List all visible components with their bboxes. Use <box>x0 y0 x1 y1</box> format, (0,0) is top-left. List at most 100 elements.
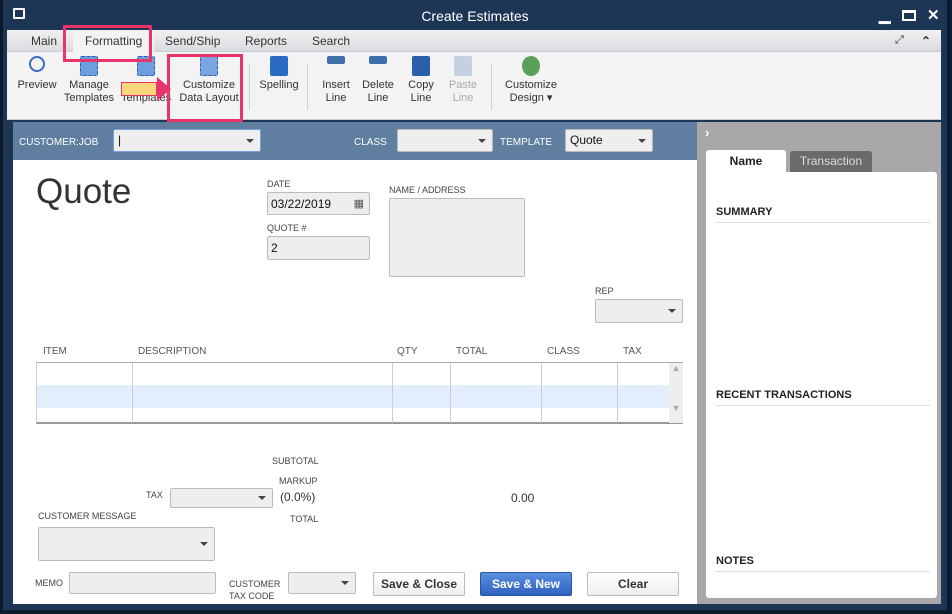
quote-number-field[interactable]: 2 <box>267 236 370 260</box>
customer-message-dropdown[interactable] <box>38 527 215 561</box>
tool-label: Copy <box>408 79 434 91</box>
preview-icon <box>29 56 45 72</box>
chevron-down-icon <box>200 542 208 546</box>
chevron-right-icon[interactable]: › <box>705 125 709 140</box>
chevron-down-icon <box>258 496 266 500</box>
insert-line-icon <box>327 56 345 64</box>
tab-main[interactable]: Main <box>31 34 57 48</box>
customer-job-dropdown[interactable]: | <box>113 129 261 152</box>
tool-label: Line <box>325 92 347 104</box>
column-header-tax[interactable]: TAX <box>623 346 642 357</box>
column-header-total[interactable]: TOTAL <box>456 346 487 357</box>
col-divider <box>541 363 542 423</box>
rep-dropdown[interactable] <box>595 299 683 323</box>
pointer-arrow <box>121 82 157 96</box>
insert-line-button[interactable]: Insert Line <box>317 56 355 105</box>
clear-button[interactable]: Clear <box>587 572 679 596</box>
calendar-icon[interactable]: ▦ <box>354 197 364 210</box>
tab-send-ship[interactable]: Send/Ship <box>165 34 220 48</box>
column-header-item[interactable]: ITEM <box>43 346 67 357</box>
customer-tax-code-dropdown[interactable] <box>288 572 356 594</box>
ribbon-toolbar: Preview Manage Templates Templates Custom… <box>7 52 941 120</box>
side-tab-name[interactable]: Name <box>706 150 786 174</box>
customer-tax-code-label: CUSTOMER TAX CODE <box>229 578 280 602</box>
tool-label: Insert <box>322 79 350 91</box>
col-divider <box>132 363 133 423</box>
copy-line-button[interactable]: Copy Line <box>403 56 439 105</box>
customer-message-label: CUSTOMER MESSAGE <box>38 511 137 521</box>
preview-button[interactable]: Preview <box>17 56 57 92</box>
tab-search[interactable]: Search <box>312 34 350 48</box>
notes-heading: NOTES <box>716 555 930 572</box>
tool-label: Paste <box>448 79 478 91</box>
tax-label: TAX <box>146 490 163 500</box>
name-address-label: NAME / ADDRESS <box>389 185 466 195</box>
template-dropdown[interactable]: Quote <box>565 129 653 152</box>
customer-job-label: CUSTOMER:JOB <box>19 137 99 148</box>
date-field[interactable]: 03/22/2019 ▦ <box>267 192 370 215</box>
maximize-icon[interactable] <box>902 10 916 21</box>
tool-label: Line <box>452 92 474 104</box>
customer-band: CUSTOMER:JOB | CLASS TEMPLATE Quote <box>13 122 697 160</box>
estimate-form: CUSTOMER:JOB | CLASS TEMPLATE Quote Quot… <box>13 122 697 604</box>
collapse-ribbon-icon[interactable]: ⌃ <box>921 34 931 48</box>
save-new-button[interactable]: Save & New <box>480 572 572 596</box>
column-header-qty[interactable]: QTY <box>397 346 418 357</box>
form-title: Quote <box>36 172 132 211</box>
side-panel: › Name Transaction SUMMARY RECENT TRANSA… <box>697 122 941 604</box>
scroll-up-icon[interactable]: ▲ <box>669 363 683 373</box>
manage-templates-button[interactable]: Manage Templates <box>63 56 115 105</box>
column-header-description[interactable]: DESCRIPTION <box>138 346 206 357</box>
paste-line-icon <box>454 56 472 76</box>
label-line: TAX CODE <box>229 591 275 601</box>
date-label: DATE <box>267 179 291 189</box>
divider <box>307 64 308 110</box>
tool-label: Customize <box>505 79 557 91</box>
chevron-down-icon <box>668 309 676 313</box>
class-dropdown[interactable] <box>397 129 493 152</box>
column-header-class[interactable]: CLASS <box>547 346 580 357</box>
scroll-down-icon[interactable]: ▼ <box>669 403 683 413</box>
highlight-customize-data-layout <box>167 54 243 122</box>
tool-label: Templates <box>63 92 115 104</box>
divider <box>491 64 492 110</box>
memo-label: MEMO <box>35 578 63 588</box>
label-line: CUSTOMER <box>229 579 281 589</box>
name-address-field[interactable] <box>389 198 525 277</box>
side-tab-transaction[interactable]: Transaction <box>790 151 872 172</box>
total-label: TOTAL <box>290 514 319 524</box>
markup-value: 0.00 <box>511 491 535 505</box>
line-items-table[interactable]: ▲ ▼ <box>36 362 683 424</box>
tool-label: Spelling <box>259 79 299 91</box>
markup-percent: (0.0%) <box>280 490 316 504</box>
value: Quote <box>570 133 603 147</box>
chevron-down-icon <box>478 138 486 143</box>
quote-number-label: QUOTE # <box>267 223 307 233</box>
customize-design-icon <box>522 56 540 76</box>
tool-label: Manage <box>69 79 109 91</box>
recent-transactions-heading: RECENT TRANSACTIONS <box>716 389 930 406</box>
subtotal-label: SUBTOTAL <box>272 456 319 466</box>
customize-design-button[interactable]: Customize Design ▾ <box>501 56 561 105</box>
tab-reports[interactable]: Reports <box>245 34 287 48</box>
value: 03/22/2019 <box>271 197 332 211</box>
expand-icon[interactable]: ⤢ <box>895 34 904 47</box>
table-scrollbar[interactable]: ▲ ▼ <box>669 363 683 423</box>
tool-label: Delete <box>362 79 394 91</box>
summary-heading: SUMMARY <box>716 206 930 223</box>
tax-dropdown[interactable] <box>170 488 273 508</box>
minimize-icon[interactable]: ▁ <box>879 6 891 24</box>
create-estimates-window: Create Estimates ▁ ✕ Main Formatting Sen… <box>3 0 947 610</box>
markup-label: MARKUP <box>279 476 318 486</box>
col-divider <box>450 363 451 423</box>
spelling-button[interactable]: Spelling <box>257 56 301 92</box>
save-close-button[interactable]: Save & Close <box>373 572 465 596</box>
system-menu-icon[interactable] <box>13 8 25 19</box>
close-icon[interactable]: ✕ <box>927 6 940 24</box>
delete-line-icon <box>369 56 387 64</box>
memo-field[interactable] <box>69 572 216 594</box>
chevron-down-icon <box>246 138 254 143</box>
class-label: CLASS <box>354 137 387 148</box>
paste-line-button[interactable]: Paste Line <box>445 56 481 105</box>
delete-line-button[interactable]: Delete Line <box>359 56 397 105</box>
